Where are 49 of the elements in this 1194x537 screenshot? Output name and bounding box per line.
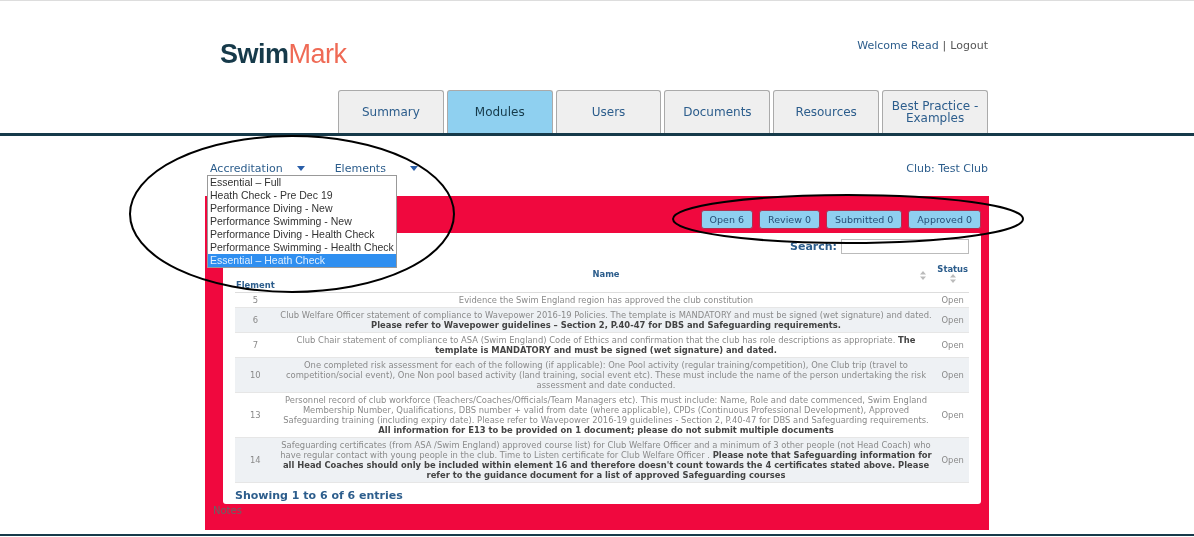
table-cell: Open <box>941 410 964 420</box>
tab[interactable]: Summary <box>338 90 444 133</box>
elements-dropdown[interactable]: Elements <box>334 162 418 175</box>
notes-label: Notes <box>213 505 243 516</box>
status-filter-button[interactable]: Submitted 0 <box>826 210 903 229</box>
dropdown-option[interactable]: Performance Swimming - New <box>208 215 396 228</box>
table-cell: 7 <box>252 340 258 350</box>
search-label: Search: <box>790 240 837 253</box>
dropdown-option[interactable]: Essential – Full <box>208 176 396 189</box>
status-filter-button[interactable]: Approved 0 <box>908 210 981 229</box>
table-cell: Open <box>941 340 964 350</box>
tab[interactable]: Modules <box>446 90 553 133</box>
dropdown-option[interactable]: Performance Diving - Health Check <box>208 228 396 241</box>
table-cell: Open <box>941 315 964 325</box>
table-cell: Evidence the Swim England region has approved the club constitution <box>458 295 754 305</box>
welcome-link[interactable]: Welcome Read <box>857 39 939 52</box>
entries-summary: Showing 1 to 6 of 6 entries <box>235 489 404 502</box>
status-filter-button[interactable]: Review 0 <box>759 210 820 229</box>
dropdown-option[interactable]: Performance Swimming - Health Check <box>208 241 396 254</box>
column-header[interactable]: Element <box>236 280 275 290</box>
table-cell: One completed risk assessment for each of the following (if applicable): One Pool activity (regular training/competition), One Club trip (travel to competition/social event), One Non pool based activity (land training, social event etc). These must include the name of the person undertaking the risk assessment and date conducted. <box>285 360 927 390</box>
club-label: Club: Test Club <box>906 162 988 176</box>
table-cell: Open <box>941 370 964 380</box>
table-cell: 13 <box>250 410 261 420</box>
accreditation-dropdown[interactable]: Accreditation <box>210 162 305 175</box>
table-cell: Open <box>941 455 964 465</box>
dropdown-option[interactable]: Performance Diving - New <box>208 202 396 215</box>
table-cell: 10 <box>250 370 261 380</box>
status-filter-button[interactable]: Open 6 <box>700 210 753 229</box>
table-cell: Club Chair statement of compliance to ASA (Swim England) Code of Ethics and confirmation that the club has role descriptions as appropriate. The template is MANDATORY and must be signed (wet signature) and dated. <box>296 335 916 355</box>
tab[interactable]: Users <box>555 90 662 133</box>
table-cell: 5 <box>252 295 258 305</box>
table-cell: 6 <box>252 315 258 325</box>
dropdown-option[interactable]: Heath Check - Pre Dec 19 <box>208 189 396 202</box>
column-header[interactable]: Status <box>937 263 968 274</box>
logout-link[interactable]: Logout <box>950 39 988 52</box>
column-header[interactable]: Name <box>592 269 620 279</box>
tab[interactable]: Resources <box>773 90 880 133</box>
tab[interactable]: Best Practice - Examples <box>882 90 988 133</box>
table-cell: 14 <box>250 455 261 465</box>
logo: SwimMark <box>220 39 347 71</box>
table-cell: Personnel record of club workforce (Teachers/Coaches/Officials/Team Managers etc). This must include: Name, Role and date commenced, Swim England Membership Number, Qualifications, DBS number + valid from date (where applicable), CPDs (Continuous Professional Development), Approved Safeguarding training (including expiry date). Please refer to Wavepower 2016-19 guidelines - Section 2, P.40-47 for DBS and Safeguarding requirements. All information for E13 to be provided on 1 document; please do not submit multiple documents <box>283 395 929 435</box>
caret-icon[interactable] <box>409 166 418 171</box>
table-cell: Open <box>941 295 964 305</box>
table-cell: Club Welfare Officer statement of compliance to Wavepower 2016-19 Policies. The template is MANDATORY and must be signed (wet signature) and dated. Please refer to Wavepower guidelines – Section 2, P.40-47 for DBS and Safeguarding requirements. <box>280 310 932 330</box>
separator: | <box>942 39 947 52</box>
table-cell: Safeguarding certificates (from ASA /Swim England) approved course list) for Club Welfare Officer and a minimum of 3 other people (not Head Coach) who have regular contact with young people in the club. Time to Listen certificate for Club Welfare Officer . Please note that Safeguarding information for all Head Coaches should only be included within element 16 and therefore doesn't count towards the 4 certificates stated above. Please refer to the guidance document for a list of approved Safeguarding courses <box>280 440 932 480</box>
tab[interactable]: Documents <box>664 90 771 133</box>
caret-icon[interactable] <box>296 166 305 171</box>
